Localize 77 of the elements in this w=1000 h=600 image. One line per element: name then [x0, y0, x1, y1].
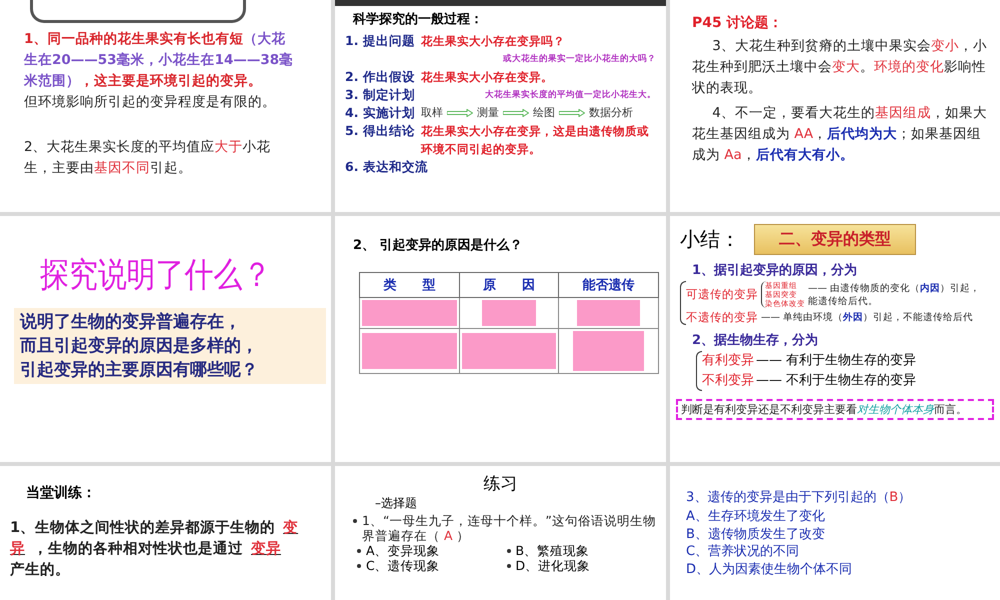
slide-thumbnail[interactable]: 探究说明了什么？ 说明了生物的变异普遍存在， 而且引起变异的原因是多样的， 引起变异的主要原因有哪些呢？ — [0, 216, 331, 462]
category-note: —— 不利于生物生存的变异 — [756, 372, 916, 390]
slide-thumbnail[interactable]: 2、 引起变异的原因是什么？ 类 型 原 因 能否遗传 — [335, 216, 666, 462]
step-label: 3. 制定计划 — [345, 86, 415, 104]
step-note: 花生果实大小存在变异。 — [421, 69, 554, 86]
bullet-icon — [506, 564, 510, 568]
step-label: 1. 提出问题 — [345, 32, 415, 50]
step-subnote: 大花生果实长度的平均值一定比小花生大。 — [485, 88, 656, 102]
exercise-text: 1、生物体之间性状的差异都源于生物的 变异 ，生物的各种相对性状也是通过 变异 产生的。 — [10, 518, 300, 580]
title-banner: 二、变异的类型 — [754, 224, 916, 255]
answer-option: B、繁殖现象 — [516, 543, 590, 558]
brace-shape — [696, 351, 702, 391]
slide-title: 当堂训练： — [26, 484, 97, 502]
category-label: 有利变异 — [702, 352, 754, 370]
step-label: 4. 实施计划 — [345, 104, 415, 122]
answer-option: B、遗传物质发生了改变 — [686, 526, 990, 543]
paragraph: 1、同一品种的花生果实有长也有短（大花生在20——53毫米，小花生在14——38毫米范围），这主要是环境引起的变异。 但环境影响所引起的变异程度是有限的。 — [22, 30, 294, 112]
bullet-icon — [506, 549, 510, 553]
slide-title: 探究说明了什么？ — [40, 254, 272, 297]
answer-option: D、进化现象 — [516, 558, 590, 573]
answer-line: 引起变异的主要原因有哪些呢？ — [20, 359, 259, 382]
column-header: 能否遗传 — [558, 272, 658, 298]
flow-step: 数据分析 — [589, 104, 633, 122]
slide-title: 2、 引起变异的原因是什么？ — [353, 236, 524, 254]
slide-thumbnail[interactable]: 3、遗传的变异是由于下列引起的（B） A、生存环境发生了变化 B、遗传物质发生了改变 C、营养状况的不同 D、人为因素使生物个体不同 — [670, 466, 1000, 600]
section-heading: 2、据生物生存，分为 — [692, 332, 820, 349]
slide-subtitle: –选择题 — [375, 495, 418, 512]
answer-line: 说明了生物的变异普遍存在， — [20, 311, 242, 334]
category-note: —— 单纯由环境（外因）引起，不能遗传给后代 — [761, 311, 974, 324]
paragraph: 4、不一定，要看大花生的基因组成，如果大花生基因组成为 AA，后代均为大；如果基因组成为 Aa，后代有大有小。 — [692, 104, 988, 165]
category-label: 可遗传的变异 — [686, 287, 758, 302]
step-label: 2. 作出假设 — [345, 68, 415, 86]
cover-block — [577, 300, 640, 326]
step-note: 花生果实大小存在变异吗？ — [421, 33, 566, 50]
step-subnote: 或大花生的果实一定比小花生的大吗？ — [503, 52, 656, 66]
answer-option: C、遗传现象 — [366, 558, 440, 573]
bullet-icon — [353, 519, 357, 523]
question-text: 3、遗传的变异是由于下列引起的（B） — [686, 489, 912, 506]
bullet-icon — [357, 549, 361, 553]
step-label: 5. 得出结论 — [345, 122, 415, 140]
answer-option: D、人为因素使生物个体不同 — [686, 560, 990, 578]
slide-thumbnail[interactable]: 科学探究的一般过程： 1. 提出问题 花生果实大小存在变异吗？ 或大花生的果实一定比小花生的大吗？ 2. 作出假设 花生果实大小存在变异。 3. 制定计划 大花生果实长度的平均值一定比小花生大。 4. 实施计划 取样 测量 绘图 数据分析 5. 得出结论 花生果实大小存在变异，这是由遗传物质或环境不同引起的变异。 6. 表达和交流 — [335, 0, 666, 212]
flow-step: 测量 — [477, 104, 499, 122]
paragraph: 3、大花生种到贫瘠的土壤中果实会变小，小花生种到肥沃土壤中会变大。环境的变化影响性状的表现。 — [692, 37, 988, 98]
cover-block — [573, 331, 644, 371]
slide-title: P45 讨论题： — [692, 14, 784, 32]
flow-step: 取样 — [421, 104, 443, 122]
category-label: 不利变异 — [702, 372, 754, 390]
slide-thumbnail[interactable]: 练习 –选择题 1、“一母生九子，连母十个样。”这句俗语说明生物界普遍存在（ A ） A、变异现象 B、繁殖现象 C、遗传现象 D、进化现象 — [335, 466, 666, 600]
column-header: 原 因 — [459, 272, 559, 298]
arrow-icon — [559, 109, 585, 117]
brace-shape — [680, 281, 686, 325]
answer-option: A、变异现象 — [366, 543, 440, 558]
step-note: 花生果实大小存在变异，这是由遗传物质或环境不同引起的变异。 — [421, 123, 650, 158]
bullet-icon — [357, 564, 361, 568]
slide-thumbnail[interactable]: 1、同一品种的花生果实有长也有短（大花生在20——53毫米，小花生在14——38毫米范围），这主要是环境引起的变异。 但环境影响所引起的变异程度是有限的。 2、大花生果实长度的平均值应大于小花生，主要由基因不同 引起。 — [0, 0, 331, 212]
answer-option: C、营养状况的不同 — [686, 543, 990, 560]
step-label: 6. 表达和交流 — [345, 158, 428, 176]
slide-title: 科学探究的一般过程： — [353, 10, 484, 28]
conclusion-note: 判断是有利变异还是不利变异主要看对生物个体本身而言。 — [676, 399, 994, 420]
arrow-icon — [447, 109, 473, 117]
slide-thumbnail[interactable]: 当堂训练： 1、生物体之间性状的差异都源于生物的 变异 ，生物的各种相对性状也是通过 变异 产生的。 — [0, 466, 331, 600]
cover-block — [482, 300, 536, 326]
slide-thumbnail[interactable]: P45 讨论题： 3、大花生种到贫瘠的土壤中果实会变小，小花生种到肥沃土壤中会变大。环境的变化影响性状的表现。 4、不一定，要看大花生的基因组成，如果大花生基因组成为 AA，后代均为大；如果基因组成为 Aa，后代有大有小。 — [670, 0, 1000, 212]
flow-step: 绘图 — [533, 104, 555, 122]
slide-title: 练习 — [482, 473, 518, 495]
slide-title: 小结： — [680, 226, 740, 253]
answer-line: 而且引起变异的原因是多样的， — [20, 335, 259, 358]
answer-option: A、生存环境发生了变化 — [686, 508, 990, 526]
category-note: —— 有利于生物生存的变异 — [756, 352, 916, 370]
category-label: 不遗传的变异 — [686, 310, 758, 325]
section-heading: 1、据引起变异的原因，分为 — [692, 262, 858, 279]
arrow-icon — [503, 109, 529, 117]
question-text: 1、“一母生九子，连母十个样。”这句俗语说明生物界普遍存在（ A ） — [362, 513, 656, 543]
paragraph: 2、大花生果实长度的平均值应大于小花生，主要由基因不同 引起。 — [23, 138, 272, 178]
column-header: 类 型 — [360, 272, 460, 298]
category-note: —— 由遗传物质的变化（内因）引起，能遗传给后代。 — [808, 282, 982, 308]
